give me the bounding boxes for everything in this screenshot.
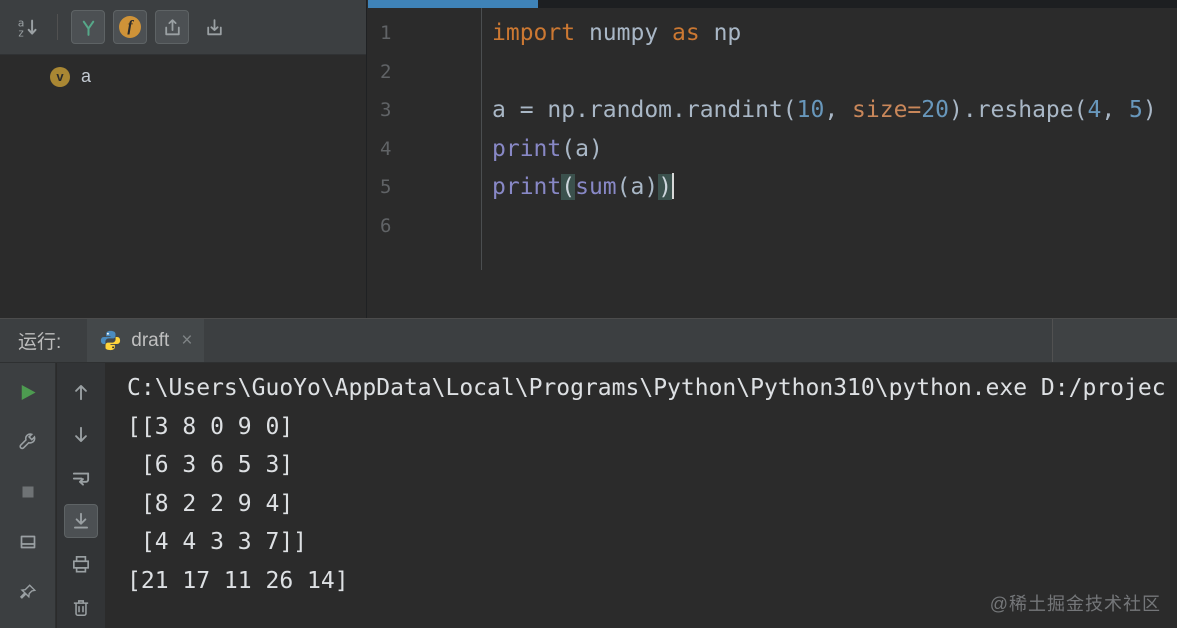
modify-run-configuration-button[interactable] bbox=[11, 425, 45, 459]
toolbar-separator bbox=[57, 14, 58, 40]
line-number[interactable]: 2 bbox=[380, 53, 481, 92]
console-output[interactable]: C:\Users\GuoYo\AppData\Local\Programs\Py… bbox=[105, 363, 1177, 628]
down-stack-trace-button[interactable] bbox=[64, 418, 98, 452]
tray-down-icon bbox=[206, 18, 222, 35]
watermark: @稀土掘金技术社区 bbox=[989, 594, 1161, 614]
printer-icon bbox=[73, 556, 89, 573]
layout-icon bbox=[20, 535, 35, 549]
editor-gutter: 123456 bbox=[368, 8, 482, 270]
soft-wrap-icon bbox=[72, 472, 90, 486]
editor-tab-strip bbox=[368, 0, 1177, 8]
variable-icon: v bbox=[50, 66, 70, 87]
code-area[interactable]: import numpy as np a = np.random.randint(… bbox=[483, 8, 1177, 245]
rerun-button[interactable] bbox=[11, 375, 45, 409]
code-line: import numpy as np bbox=[492, 20, 742, 46]
pin-icon bbox=[19, 584, 36, 599]
editor: 123456 import numpy as np a = np.random.r… bbox=[368, 0, 1177, 318]
svg-text:z: z bbox=[17, 26, 24, 38]
console-line: [4 4 3 3 7]] bbox=[127, 529, 308, 555]
wrench-icon bbox=[19, 432, 36, 449]
trash-icon bbox=[73, 600, 89, 617]
console-line: [6 3 6 5 3] bbox=[127, 452, 294, 478]
run-tab-draft[interactable]: draft × bbox=[87, 319, 205, 362]
text-cursor bbox=[672, 173, 675, 199]
filter-members-button[interactable] bbox=[71, 10, 105, 44]
arrow-up-icon bbox=[75, 385, 87, 401]
clear-console-button[interactable] bbox=[64, 590, 98, 624]
run-tool-window: 运行: draft × C:\Users\GuoYo\AppData\Local… bbox=[0, 318, 1177, 628]
line-number[interactable]: 6 bbox=[380, 207, 481, 246]
structure-toolbar-buttons: az f bbox=[0, 0, 366, 55]
scroll-to-end-button[interactable] bbox=[64, 504, 98, 538]
structure-item-a[interactable]: v a bbox=[0, 55, 366, 98]
line-number[interactable]: 1 bbox=[380, 14, 481, 53]
restore-layout-button[interactable] bbox=[11, 525, 45, 559]
scroll-end-icon bbox=[74, 512, 88, 529]
code-line: print(sum(a)) bbox=[492, 173, 675, 200]
arrow-down-icon bbox=[75, 426, 87, 442]
sort-alpha-icon: az bbox=[17, 16, 37, 39]
line-number[interactable]: 3 bbox=[380, 91, 481, 130]
soft-wrap-button[interactable] bbox=[64, 461, 98, 495]
run-toolbar-inner bbox=[57, 363, 105, 628]
run-header: 运行: draft × bbox=[0, 318, 1177, 363]
active-tab-underline[interactable] bbox=[368, 0, 538, 8]
stop-icon bbox=[22, 486, 33, 498]
line-number[interactable]: 5 bbox=[380, 168, 481, 207]
python-icon bbox=[101, 330, 121, 351]
structure-panel: azf v a bbox=[0, 0, 367, 318]
autoscroll-to-source-button[interactable] bbox=[155, 10, 189, 44]
show-functions-button[interactable]: f bbox=[113, 10, 147, 44]
line-number[interactable]: 4 bbox=[380, 130, 481, 169]
pycharm-window: azf v a 123456 import numpy as np a = np.… bbox=[0, 0, 1177, 628]
autoscroll-from-source-button[interactable] bbox=[197, 10, 231, 44]
run-body: C:\Users\GuoYo\AppData\Local\Programs\Py… bbox=[0, 363, 1177, 628]
header-right-panel bbox=[1052, 319, 1177, 362]
close-icon[interactable]: × bbox=[181, 331, 192, 350]
tray-up-icon bbox=[164, 18, 180, 35]
code-line: print(a) bbox=[492, 135, 603, 162]
sort-alphabetically-button[interactable]: az bbox=[10, 10, 44, 44]
console-line: [8 2 2 9 4] bbox=[127, 490, 294, 517]
pin-tab-button[interactable] bbox=[11, 575, 45, 609]
print-console-button[interactable] bbox=[64, 547, 98, 581]
code-line: a = np.random.randint(10, size=20).resha… bbox=[492, 97, 1157, 123]
up-stack-trace-button[interactable] bbox=[64, 375, 98, 409]
run-title: 运行: bbox=[18, 332, 62, 353]
play-icon bbox=[21, 384, 36, 400]
functions-icon: f bbox=[119, 16, 141, 38]
structure-item-label: a bbox=[81, 66, 92, 86]
run-tab-label: draft bbox=[131, 329, 170, 351]
console-line: C:\Users\GuoYo\AppData\Local\Programs\Py… bbox=[127, 375, 1166, 401]
run-toolbar-outer bbox=[0, 363, 56, 628]
console-line: [[3 8 0 9 0] bbox=[127, 413, 294, 440]
branch-icon bbox=[82, 20, 94, 36]
stop-button[interactable] bbox=[11, 475, 45, 509]
